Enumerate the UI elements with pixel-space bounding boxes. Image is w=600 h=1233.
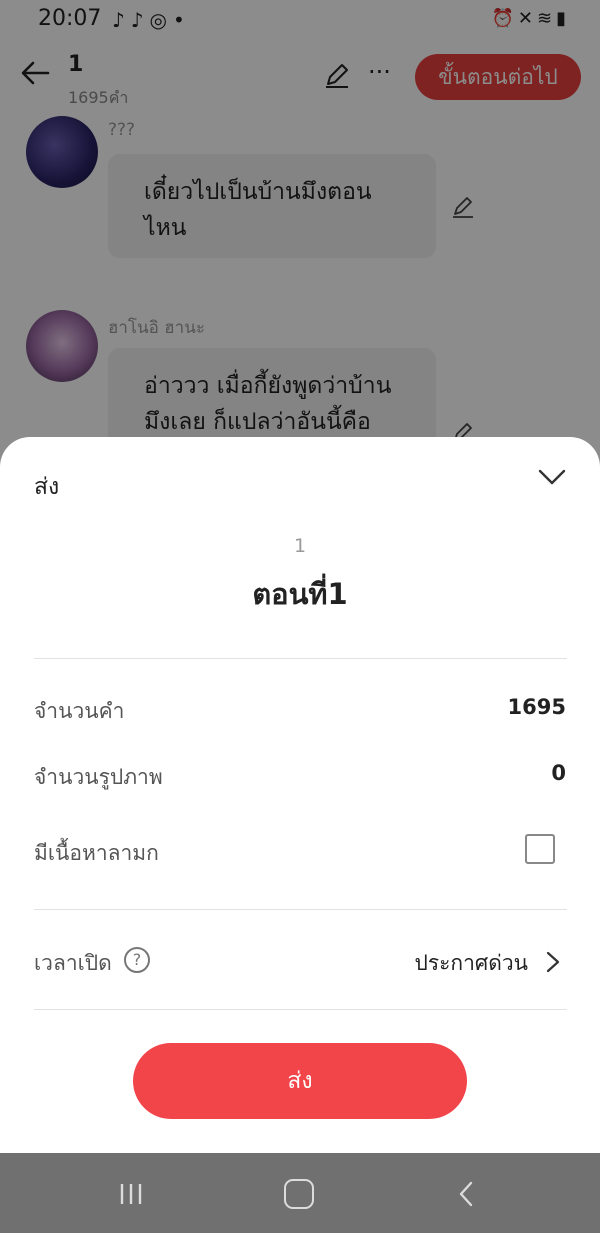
- explicit-content-label: มีเนื้อหาลามก: [34, 841, 159, 865]
- image-count-label: จำนวนรูปภาพ: [34, 765, 163, 789]
- help-icon[interactable]: ?: [124, 947, 150, 973]
- image-count-value: 0: [551, 761, 566, 785]
- open-time-label: เวลาเปิด: [34, 951, 112, 975]
- publish-sheet: ส่ง 1 ตอนที่1 จำนวนคำ 1695 จำนวนรูปภาพ 0…: [0, 437, 600, 1153]
- chevron-down-icon[interactable]: [536, 465, 568, 489]
- divider: [34, 909, 567, 910]
- open-time-value[interactable]: ประกาศด่วน: [414, 947, 528, 980]
- sheet-title: ส่ง: [34, 474, 60, 500]
- back-icon[interactable]: [456, 1179, 476, 1209]
- send-button[interactable]: ส่ง: [133, 1043, 467, 1119]
- navigation-bar: [0, 1153, 600, 1233]
- chevron-right-icon[interactable]: [544, 949, 562, 975]
- recent-apps-icon[interactable]: [118, 1181, 144, 1207]
- home-icon[interactable]: [284, 1179, 314, 1209]
- episode-title: ตอนที่1: [252, 577, 348, 611]
- episode-number: 1: [293, 535, 307, 557]
- word-count-value: 1695: [507, 695, 566, 719]
- word-count-label: จำนวนคำ: [34, 699, 125, 723]
- divider: [34, 1009, 567, 1010]
- explicit-content-checkbox[interactable]: [525, 834, 555, 864]
- divider: [34, 658, 567, 659]
